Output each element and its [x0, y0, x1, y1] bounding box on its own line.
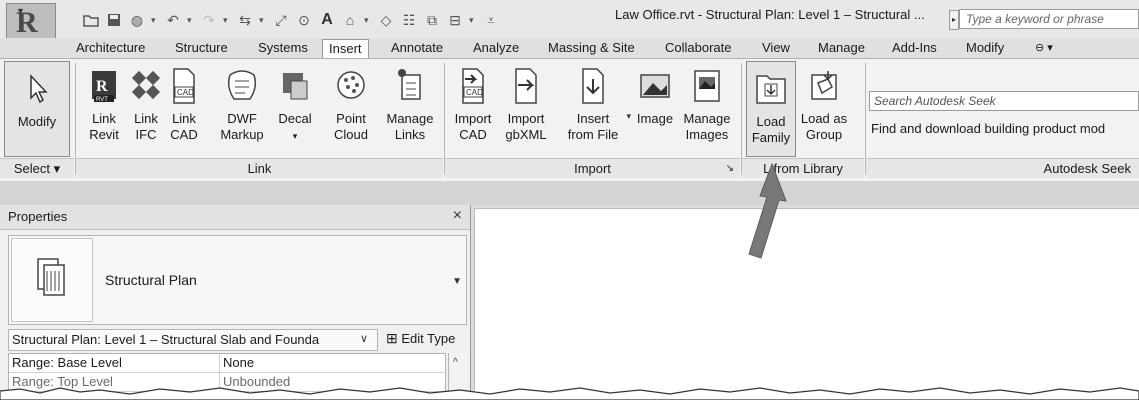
annotation-arrow-icon [748, 162, 787, 259]
revit-window: R ▼ ◍ ▾ ↶ ▾ ↷ ▾ ⇆ ▾ ⤢ ⊙ A ⌂ ▾ ◇ ☷ ⧉ ⊟ ▾ … [0, 0, 1139, 400]
torn-edge [0, 387, 1139, 400]
callout-arrow [748, 162, 787, 259]
